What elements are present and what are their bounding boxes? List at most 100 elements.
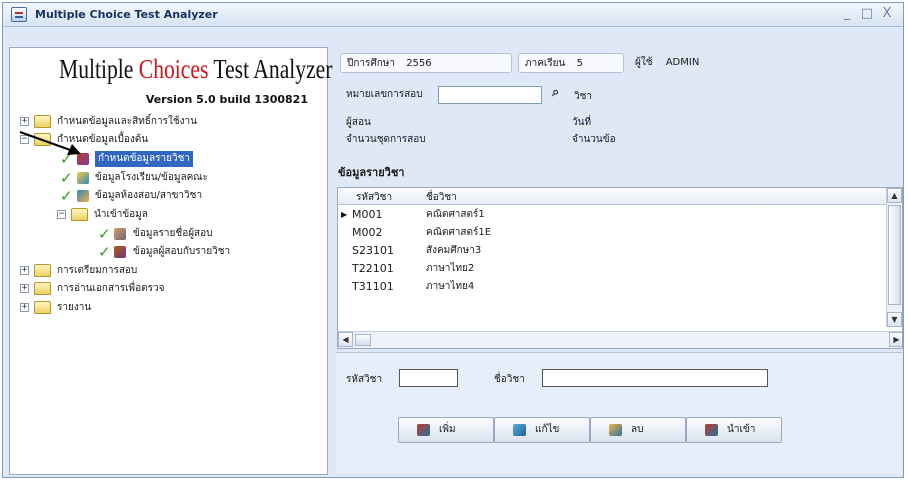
table-row[interactable]: ▶ M001 คณิตศาสตร์1 bbox=[338, 206, 886, 223]
exam-sets-label: จำนวนชุดการสอบ bbox=[346, 134, 426, 145]
subject-code-input[interactable] bbox=[399, 369, 458, 387]
horizontal-scroll-thumb[interactable] bbox=[355, 334, 371, 346]
subject-code: M002 bbox=[352, 226, 383, 239]
date-label: วันที่ bbox=[572, 117, 592, 128]
import-button[interactable]: นำเข้า bbox=[686, 417, 782, 443]
user-box: ผู้ใช้ ADMIN bbox=[629, 53, 895, 73]
vertical-scrollbar[interactable]: ▲ ▼ bbox=[886, 188, 902, 327]
window-title: Multiple Choice Test Analyzer bbox=[35, 8, 218, 21]
subject-name-input[interactable] bbox=[542, 369, 768, 387]
maximize-button[interactable]: □ bbox=[859, 6, 875, 21]
check-icon: ✓ bbox=[98, 225, 111, 243]
academic-year-box: ปีการศึกษา 2556 bbox=[340, 53, 512, 73]
subject-name-label: ชื่อวิชา bbox=[494, 374, 525, 385]
app-heading: Multiple Choices Test Analyzer bbox=[59, 54, 332, 85]
item-count-label: จำนวนข้อ bbox=[572, 134, 616, 145]
subject-code: T22101 bbox=[352, 262, 394, 275]
subject-code-label: รหัสวิชา bbox=[346, 374, 383, 385]
table-row[interactable]: T22101 ภาษาไทย2 bbox=[338, 260, 886, 277]
import-button-label: นำเข้า bbox=[727, 424, 756, 435]
tree-item-label: ข้อมูลผู้สอบกับรายวิชา bbox=[133, 246, 231, 257]
minimize-button[interactable]: _ bbox=[839, 6, 855, 21]
table-row[interactable]: S23101 สังคมศึกษา3 bbox=[338, 242, 886, 259]
tree-item-school-info[interactable]: ✓ ข้อมูลโรงเรียน/ข้อมูลคณะ bbox=[10, 169, 328, 187]
term-label: ภาคเรียน bbox=[525, 58, 566, 69]
subject-name: ภาษาไทย4 bbox=[426, 281, 475, 292]
title-bar[interactable]: Multiple Choice Test Analyzer _ □ X bbox=[3, 3, 903, 27]
add-button[interactable]: เพิ่ม bbox=[398, 417, 494, 443]
collapse-icon[interactable]: − bbox=[57, 210, 66, 219]
room-icon bbox=[77, 190, 89, 202]
edit-button-label: แก้ไข bbox=[535, 424, 560, 435]
table-row[interactable]: T31101 ภาษาไทย4 bbox=[338, 278, 886, 295]
expand-icon[interactable]: + bbox=[20, 266, 29, 275]
close-button[interactable]: X bbox=[879, 6, 895, 21]
tree-item-import-data[interactable]: − นำเข้าข้อมูล bbox=[10, 207, 328, 223]
academic-year-label: ปีการศึกษา bbox=[347, 58, 395, 69]
search-icon[interactable]: ⌕ bbox=[552, 85, 559, 100]
tree-item-reports[interactable]: + รายงาน bbox=[10, 300, 328, 316]
school-icon bbox=[77, 172, 89, 184]
scroll-left-icon[interactable]: ◀ bbox=[338, 332, 353, 347]
delete-button-label: ลบ bbox=[631, 424, 644, 435]
subject-name: ภาษาไทย2 bbox=[426, 263, 475, 274]
expand-icon[interactable]: + bbox=[20, 117, 29, 126]
import-icon bbox=[705, 424, 718, 436]
folder-icon bbox=[34, 282, 51, 295]
term-box: ภาคเรียน 5 bbox=[518, 53, 624, 73]
scroll-down-icon[interactable]: ▼ bbox=[887, 312, 902, 327]
subject-code: M001 bbox=[352, 208, 383, 221]
tree-item-label: กำหนดข้อมูลและสิทธิ์การใช้งาน bbox=[57, 116, 197, 127]
folder-icon bbox=[34, 115, 51, 128]
column-header-name[interactable]: ชื่อวิชา bbox=[426, 190, 457, 205]
app-name-part2: Test Analyzer bbox=[208, 54, 333, 84]
folder-icon bbox=[71, 208, 88, 221]
expand-icon[interactable]: + bbox=[20, 303, 29, 312]
check-icon: ✓ bbox=[60, 169, 73, 187]
table-row[interactable]: M002 คณิตศาสตร์1E bbox=[338, 224, 886, 241]
subject-name: คณิตศาสตร์1 bbox=[426, 209, 485, 220]
exam-number-label: หมายเลขการสอบ bbox=[346, 89, 423, 100]
scroll-right-icon[interactable]: ▶ bbox=[889, 332, 902, 347]
horizontal-scrollbar[interactable]: ◀ ▶ bbox=[338, 331, 902, 348]
folder-icon bbox=[34, 264, 51, 277]
edit-button[interactable]: แก้ไข bbox=[494, 417, 590, 443]
app-name-accent: Choices bbox=[138, 54, 209, 84]
annotation-arrow bbox=[19, 131, 81, 155]
tree-item-label: ข้อมูลห้องสอบ/สาขาวิชา bbox=[95, 190, 203, 201]
section-title: ข้อมูลรายวิชา bbox=[338, 166, 405, 179]
vertical-scroll-thumb[interactable] bbox=[888, 205, 901, 305]
term-value: 5 bbox=[576, 58, 583, 69]
tree-item-label: การอ่านเอกสารเพื่อตรวจ bbox=[57, 283, 165, 294]
grid-header: รหัสวิชา ชื่อวิชา bbox=[338, 188, 886, 205]
tree-item-examinee-list[interactable]: ✓ ข้อมูลรายชื่อผู้สอบ bbox=[10, 225, 328, 243]
tree-item-examinee-subject[interactable]: ✓ ข้อมูลผู้สอบกับรายวิชา bbox=[10, 243, 328, 261]
edit-icon bbox=[513, 424, 526, 436]
academic-year-value: 2556 bbox=[406, 58, 432, 69]
teacher-label: ผู้สอน bbox=[346, 117, 371, 128]
tree-item-label: นำเข้าข้อมูล bbox=[94, 209, 148, 220]
tree-item-exam-room[interactable]: ✓ ข้อมูลห้องสอบ/สาขาวิชา bbox=[10, 187, 328, 205]
subject-grid: รหัสวิชา ชื่อวิชา ▶ M001 คณิตศาสตร์1 M00… bbox=[337, 187, 903, 349]
tree-item-label: รายงาน bbox=[57, 302, 92, 313]
check-icon: ✓ bbox=[60, 187, 73, 205]
tree-item-user-settings[interactable]: + กำหนดข้อมูลและสิทธิ์การใช้งาน bbox=[10, 114, 328, 130]
navigation-panel: Multiple Choices Test Analyzer Version 5… bbox=[9, 47, 332, 475]
app-name-part1: Multiple bbox=[59, 54, 139, 84]
subject-code: T31101 bbox=[352, 280, 394, 293]
delete-icon bbox=[609, 424, 622, 436]
user-value: ADMIN bbox=[665, 57, 700, 68]
expand-icon[interactable]: + bbox=[20, 284, 29, 293]
tree-item-label: กำหนดข้อมูลรายวิชา bbox=[95, 151, 194, 167]
subject-name: คณิตศาสตร์1E bbox=[426, 227, 492, 238]
exam-number-input[interactable] bbox=[438, 86, 542, 104]
tree-item-exam-preparation[interactable]: + การเตรียมการสอบ bbox=[10, 263, 328, 279]
app-icon bbox=[11, 7, 27, 22]
delete-button[interactable]: ลบ bbox=[590, 417, 686, 443]
current-row-indicator: ▶ bbox=[341, 210, 348, 219]
user-icon bbox=[114, 228, 126, 240]
column-header-code[interactable]: รหัสวิชา bbox=[356, 190, 392, 205]
tree-item-document-reading[interactable]: + การอ่านเอกสารเพื่อตรวจ bbox=[10, 281, 328, 297]
subject-name: สังคมศึกษา3 bbox=[426, 245, 482, 256]
scroll-up-icon[interactable]: ▲ bbox=[887, 188, 902, 203]
